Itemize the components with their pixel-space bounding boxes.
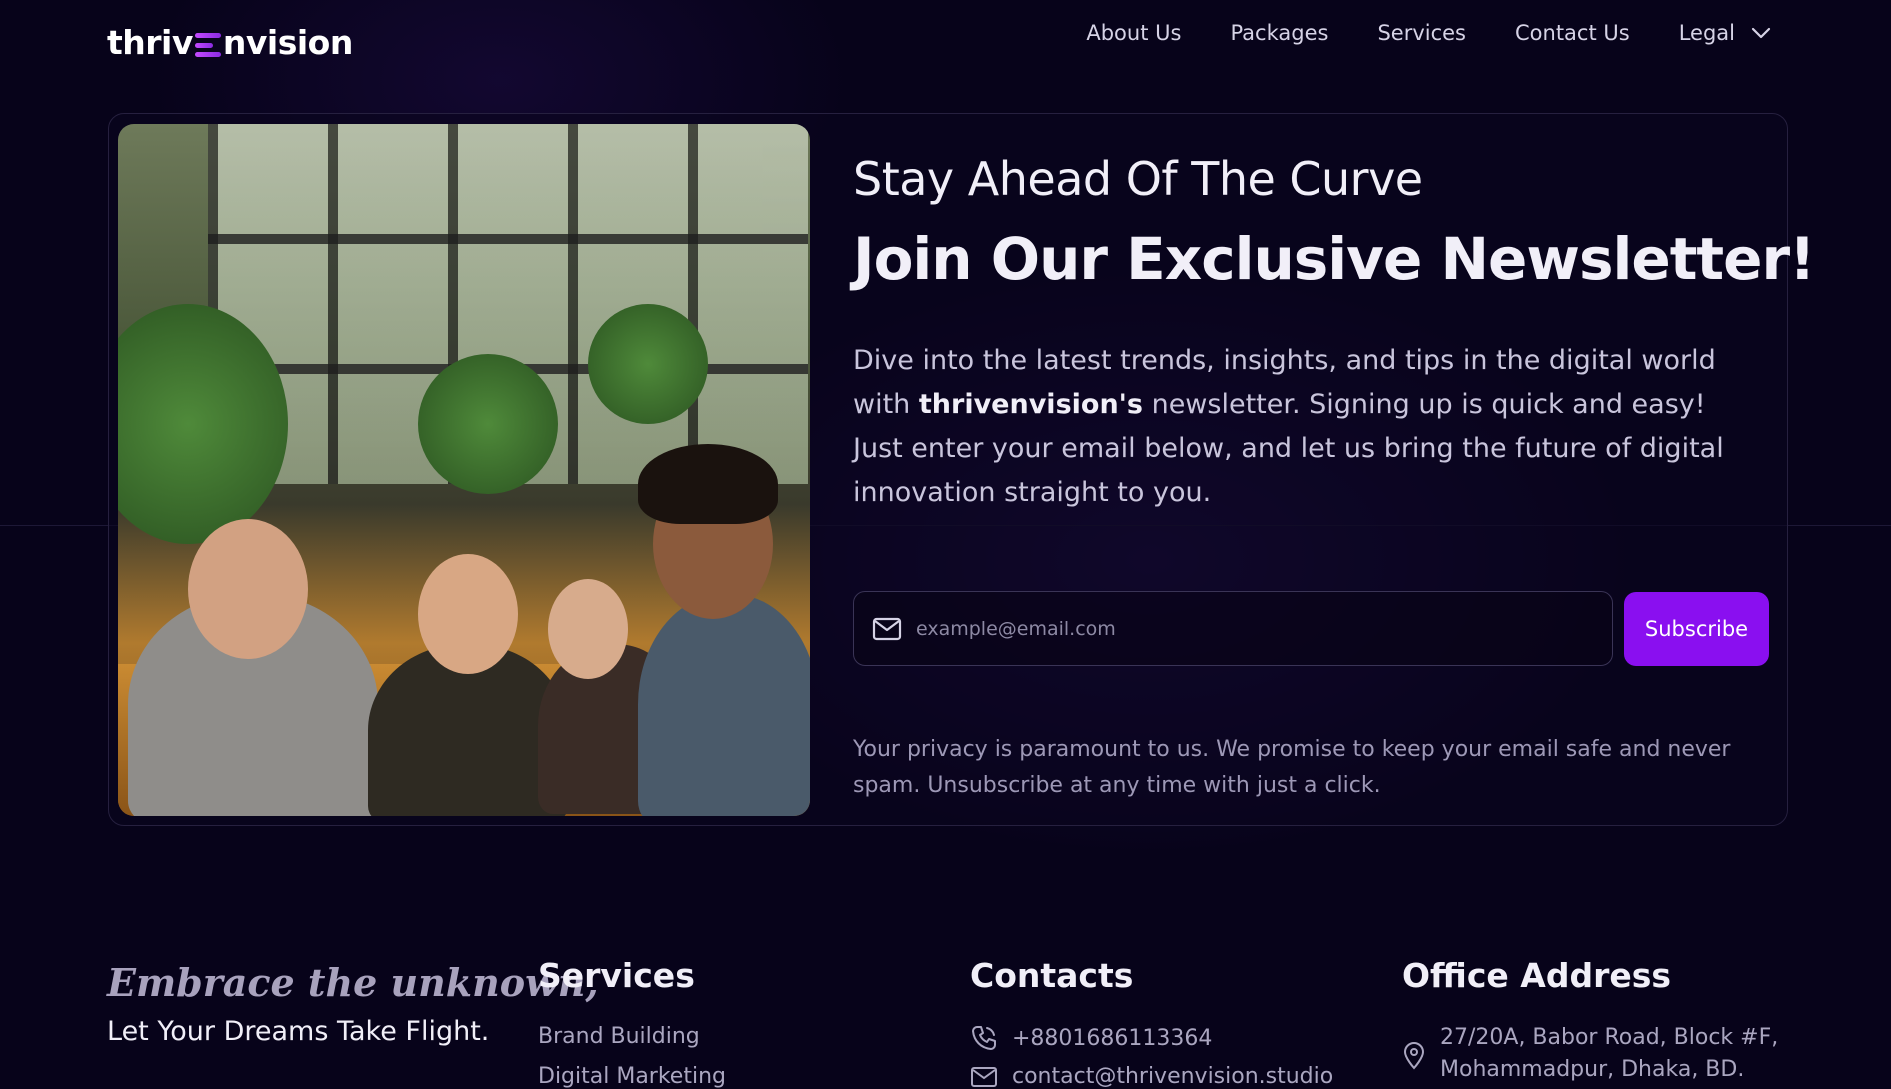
footer-address: 27/20A, Babor Road, Block #F, Mohammadpu…	[1402, 1022, 1802, 1086]
footer-office-title: Office Address	[1402, 956, 1672, 995]
subscribe-button[interactable]: Subscribe	[1624, 592, 1769, 666]
newsletter-kicker: Stay Ahead Of The Curve	[853, 152, 1423, 206]
nav-about-us[interactable]: About Us	[1086, 21, 1181, 45]
map-pin-icon	[1403, 1042, 1425, 1070]
footer-phone[interactable]: +8801686113364	[970, 1024, 1212, 1052]
email-field-wrapper	[853, 591, 1613, 666]
footer-email-text: contact@thrivenvision.studio	[1012, 1064, 1334, 1089]
nav-legal-label: Legal	[1678, 21, 1735, 45]
description-brand: thrivenvision's	[918, 389, 1143, 420]
team-photo	[118, 124, 810, 816]
email-field[interactable]	[914, 616, 1568, 641]
chevron-down-icon	[1751, 27, 1771, 39]
footer-email[interactable]: contact@thrivenvision.studio	[970, 1064, 1333, 1089]
newsletter-description: Dive into the latest trends, insights, a…	[853, 339, 1753, 515]
footer-tagline: Let Your Dreams Take Flight.	[107, 1016, 490, 1047]
nav-legal-dropdown[interactable]: Legal	[1679, 21, 1771, 45]
logo-e-mark-icon	[194, 33, 221, 57]
logo-text-part1: thriv	[107, 23, 193, 62]
nav-contact-us[interactable]: Contact Us	[1515, 21, 1630, 45]
footer-contacts-title: Contacts	[970, 956, 1134, 995]
main-nav: About Us Packages Services Contact Us Le…	[1037, 21, 1771, 45]
mail-icon	[872, 617, 902, 640]
logo-text-part2: nvision	[222, 23, 353, 62]
phone-icon	[972, 1026, 996, 1050]
privacy-note: Your privacy is paramount to us. We prom…	[853, 737, 1731, 798]
brand-logo[interactable]: thriv nvision	[107, 16, 353, 62]
footer-address-text: 27/20A, Babor Road, Block #F, Mohammadpu…	[1440, 1025, 1779, 1082]
footer-service-brand-building[interactable]: Brand Building	[538, 1024, 700, 1049]
mail-icon	[971, 1066, 997, 1087]
footer-tagline-script: Embrace the unknown,	[107, 960, 599, 1005]
newsletter-headline: Join Our Exclusive Newsletter!	[853, 225, 1816, 293]
nav-services[interactable]: Services	[1377, 21, 1466, 45]
footer-service-digital-marketing[interactable]: Digital Marketing	[538, 1064, 726, 1089]
footer-services-title: Services	[538, 956, 695, 995]
footer-phone-text: +8801686113364	[1012, 1025, 1213, 1051]
nav-packages[interactable]: Packages	[1230, 21, 1328, 45]
